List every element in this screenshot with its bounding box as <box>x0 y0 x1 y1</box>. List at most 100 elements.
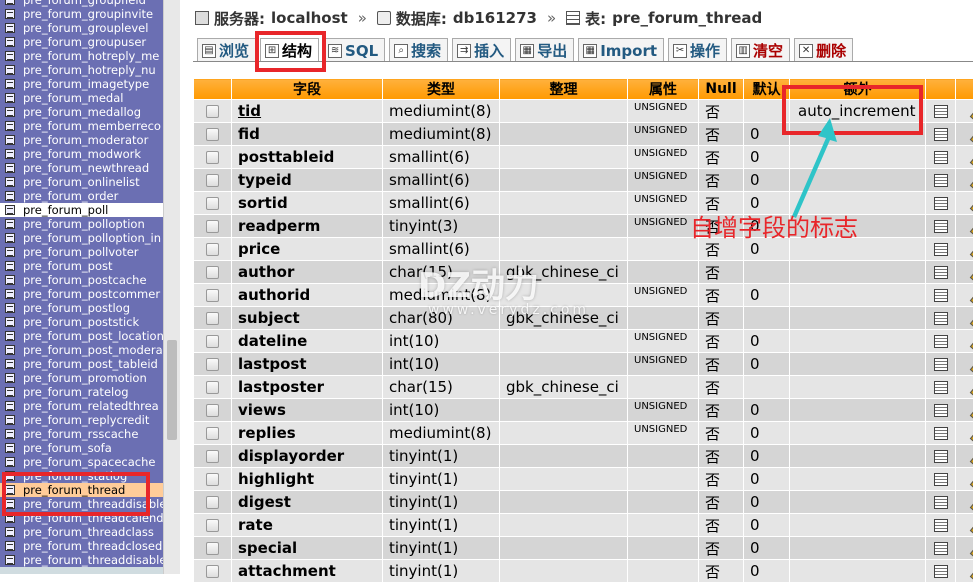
edit-pencil-icon[interactable] <box>969 405 973 417</box>
sidebar-item[interactable]: pre_forum_groupfield <box>0 0 163 7</box>
browse-values-icon[interactable] <box>934 105 948 118</box>
row-checkbox[interactable] <box>206 243 219 256</box>
tab-operations[interactable]: ✂操作 <box>668 38 727 62</box>
table-icon[interactable] <box>5 23 15 33</box>
sidebar-item[interactable]: pre_forum_post_location <box>0 329 163 343</box>
sidebar-item-label[interactable]: pre_forum_sofa <box>23 441 112 455</box>
sidebar-item[interactable]: pre_forum_hotreply_me <box>0 49 163 63</box>
table-icon[interactable] <box>5 401 15 411</box>
table-icon[interactable] <box>5 233 15 243</box>
sidebar-item-label[interactable]: pre_forum_pollvoter <box>23 245 139 259</box>
table-icon[interactable] <box>5 499 15 509</box>
column-header[interactable]: 默认 <box>744 79 790 100</box>
field-name-cell[interactable]: lastposter <box>232 376 383 399</box>
sidebar-scrollbar[interactable] <box>163 0 180 574</box>
edit-pencil-icon[interactable] <box>969 474 973 486</box>
row-checkbox[interactable] <box>206 542 219 555</box>
sidebar-item[interactable]: pre_forum_hotreply_nu <box>0 63 163 77</box>
field-name-cell[interactable]: dateline <box>232 330 383 353</box>
sidebar-item-label[interactable]: pre_forum_poststick <box>23 315 139 329</box>
table-icon[interactable] <box>5 555 15 565</box>
row-checkbox[interactable] <box>206 565 219 578</box>
table-icon[interactable] <box>5 359 15 369</box>
table-icon[interactable] <box>5 135 15 145</box>
table-icon[interactable] <box>5 275 15 285</box>
sidebar-item-label[interactable]: pre_forum_relatedthrea <box>23 399 159 413</box>
tab-export[interactable]: ▦导出 <box>515 38 574 62</box>
table-icon[interactable] <box>5 471 15 481</box>
browse-values-icon[interactable] <box>934 128 948 141</box>
tab-insert[interactable]: ⇉插入 <box>452 38 511 62</box>
table-icon[interactable] <box>5 247 15 257</box>
field-name-cell[interactable]: authorid <box>232 284 383 307</box>
sidebar-item[interactable]: pre_forum_replycredit <box>0 413 163 427</box>
sidebar-item-label[interactable]: pre_forum_post_tableid <box>23 357 158 371</box>
row-checkbox[interactable] <box>206 312 219 325</box>
edit-pencil-icon[interactable] <box>969 543 973 555</box>
edit-pencil-icon[interactable] <box>969 382 973 394</box>
sidebar-item[interactable]: pre_forum_threadclass <box>0 525 163 539</box>
row-checkbox[interactable] <box>206 358 219 371</box>
sidebar-item-label[interactable]: pre_forum_spacecache <box>23 455 155 469</box>
table-icon[interactable] <box>5 37 15 47</box>
sidebar-item[interactable]: pre_forum_thread <box>0 483 163 497</box>
table-icon[interactable] <box>5 541 15 551</box>
browse-values-icon[interactable] <box>934 266 948 279</box>
sidebar-item[interactable]: pre_forum_modwork <box>0 147 163 161</box>
field-name-cell[interactable]: fid <box>232 123 383 146</box>
table-icon[interactable] <box>5 387 15 397</box>
field-name-cell[interactable]: special <box>232 537 383 560</box>
tab-sql[interactable]: ≋SQL <box>323 38 385 62</box>
tab-browse[interactable]: ▤浏览 <box>197 38 256 62</box>
edit-pencil-icon[interactable] <box>969 267 973 279</box>
sidebar-item[interactable]: pre_forum_onlinelist <box>0 175 163 189</box>
field-name-cell[interactable]: subject <box>232 307 383 330</box>
field-name-cell[interactable]: readperm <box>232 215 383 238</box>
edit-pencil-icon[interactable] <box>969 152 973 164</box>
column-header[interactable]: 额外 <box>790 79 926 100</box>
field-name-cell[interactable]: highlight <box>232 468 383 491</box>
sidebar-item-label[interactable]: pre_forum_postcommer <box>23 287 160 301</box>
sidebar-item-label[interactable]: pre_forum_polloption_in <box>23 231 161 245</box>
edit-pencil-icon[interactable] <box>969 313 973 325</box>
row-checkbox[interactable] <box>206 151 219 164</box>
sidebar-item[interactable]: pre_forum_groupinvite <box>0 7 163 21</box>
table-icon[interactable] <box>5 65 15 75</box>
sidebar-item-label[interactable]: pre_forum_threaddisable <box>23 553 163 567</box>
field-name-cell[interactable]: attachment <box>232 560 383 583</box>
browse-values-icon[interactable] <box>934 496 948 509</box>
field-name-cell[interactable]: price <box>232 238 383 261</box>
sidebar-item[interactable]: pre_forum_medallog <box>0 105 163 119</box>
field-name-cell[interactable]: lastpost <box>232 353 383 376</box>
sidebar-item[interactable]: pre_forum_sofa <box>0 441 163 455</box>
edit-pencil-icon[interactable] <box>969 221 973 233</box>
edit-pencil-icon[interactable] <box>969 244 973 256</box>
sidebar-item[interactable]: pre_forum_order <box>0 189 163 203</box>
sidebar-item[interactable]: pre_forum_poll <box>0 203 163 217</box>
field-name-cell[interactable]: views <box>232 399 383 422</box>
table-icon[interactable] <box>5 205 15 215</box>
table-icon[interactable] <box>5 121 15 131</box>
sidebar-item[interactable]: pre_forum_spacecache <box>0 455 163 469</box>
row-checkbox[interactable] <box>206 381 219 394</box>
table-icon[interactable] <box>5 107 15 117</box>
field-name-cell[interactable]: displayorder <box>232 445 383 468</box>
table-icon[interactable] <box>5 443 15 453</box>
sidebar-item-label[interactable]: pre_forum_hotreply_me <box>23 49 159 63</box>
row-checkbox[interactable] <box>206 174 219 187</box>
sidebar-item-label[interactable]: pre_forum_order <box>23 189 118 203</box>
row-checkbox[interactable] <box>206 450 219 463</box>
column-header[interactable]: Null <box>699 79 744 100</box>
sidebar-item-label[interactable]: pre_forum_threadcalendar <box>23 511 163 525</box>
sidebar-item[interactable]: pre_forum_rsscache <box>0 427 163 441</box>
table-icon[interactable] <box>5 163 15 173</box>
edit-pencil-icon[interactable] <box>969 451 973 463</box>
edit-pencil-icon[interactable] <box>969 290 973 302</box>
sidebar-item-label[interactable]: pre_forum_modwork <box>23 147 141 161</box>
sidebar-item-label[interactable]: pre_forum_poll <box>23 203 108 217</box>
table-icon[interactable] <box>5 527 15 537</box>
field-name-cell[interactable]: digest <box>232 491 383 514</box>
table-icon[interactable] <box>5 93 15 103</box>
sidebar-item[interactable]: pre_forum_newthread <box>0 161 163 175</box>
row-checkbox[interactable] <box>206 496 219 509</box>
